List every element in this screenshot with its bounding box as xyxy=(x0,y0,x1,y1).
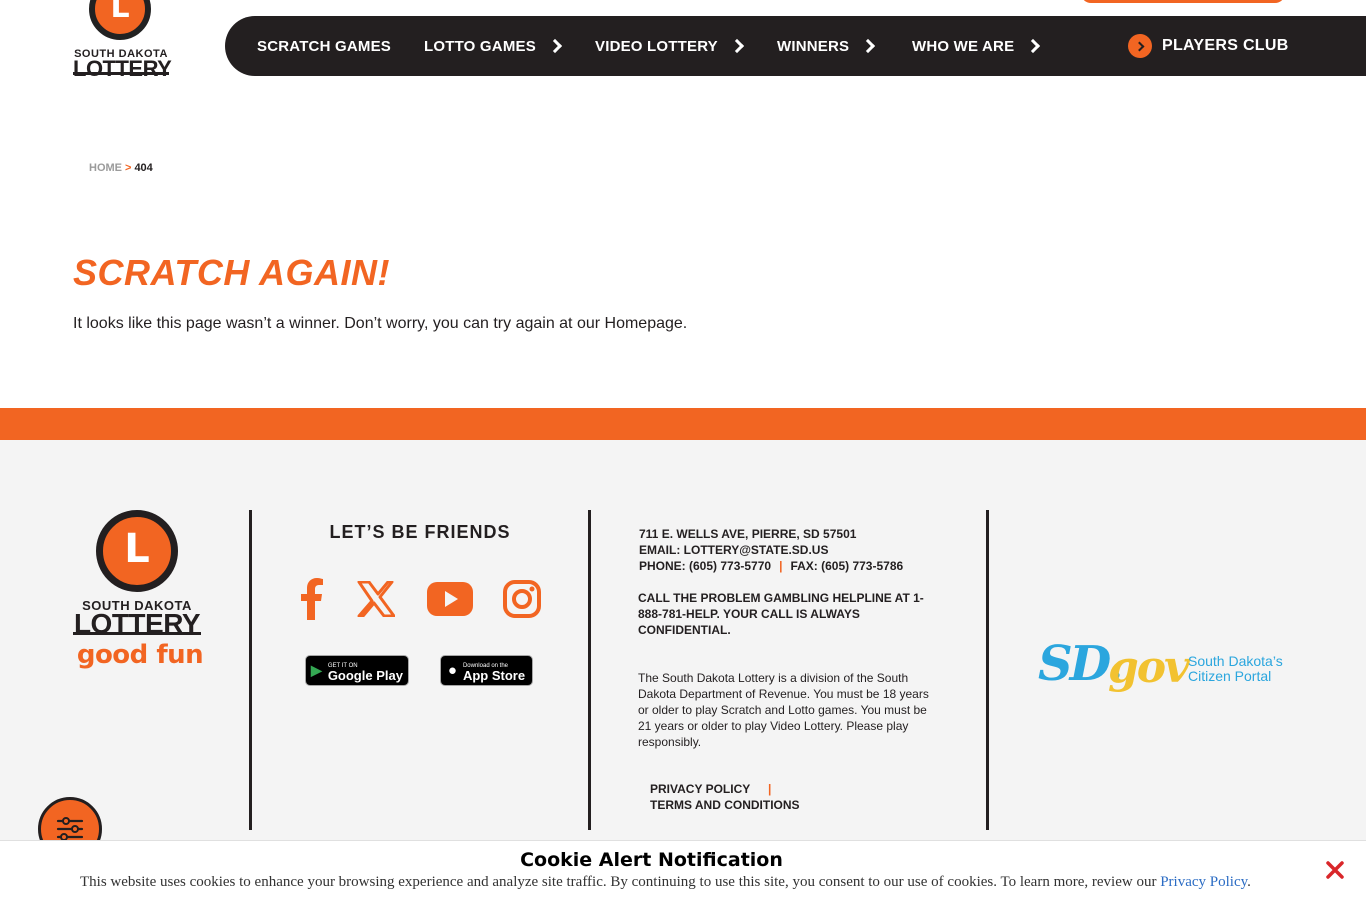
chevron-right-icon xyxy=(1026,38,1041,54)
footer-logo[interactable]: L SOUTH DAKOTA LOTTERY good fun xyxy=(73,510,204,680)
logo-line2: LOTTERY xyxy=(73,56,172,81)
logo-mark: L xyxy=(89,0,151,40)
arrow-right-circle-icon xyxy=(1128,34,1152,58)
footer-logo-mark: L xyxy=(96,510,178,592)
nav-label: SCRATCH GAMES xyxy=(257,37,391,55)
main-navigation: SCRATCH GAMES LOTTO GAMES VIDEO LOTTERY … xyxy=(225,16,1366,76)
address: 711 E. WELLS AVE, PIERRE, SD 57501 xyxy=(639,527,857,541)
footer-logo-glyph: L xyxy=(124,526,150,572)
apple-icon: ● xyxy=(447,662,457,679)
logo-underline xyxy=(73,72,169,75)
sdgov-gov: gov xyxy=(1108,642,1190,693)
cookie-message: This website uses cookies to enhance you… xyxy=(80,874,1157,890)
gambling-helpline: CALL THE PROBLEM GAMBLING HELPLINE AT 1-… xyxy=(638,591,924,637)
footer-divider xyxy=(249,510,252,830)
sdgov-portal-line2: Citizen Portal xyxy=(1188,668,1272,684)
footer-divider xyxy=(986,510,989,830)
legal-disclaimer: The South Dakota Lottery is a division o… xyxy=(638,671,929,749)
pipe-separator: | xyxy=(768,782,772,796)
cookie-title: Cookie Alert Notification xyxy=(520,849,783,871)
nav-label: LOTTO GAMES xyxy=(424,37,536,55)
x-icon[interactable] xyxy=(352,575,400,623)
nav-label: WINNERS xyxy=(777,37,850,55)
fax: FAX: (605) 773-5786 xyxy=(790,559,904,573)
page-title: SCRATCH AGAIN! xyxy=(73,252,390,293)
contact-info: 711 E. WELLS AVE, PIERRE, SD 57501 EMAIL… xyxy=(639,526,903,574)
nav-label: WHO WE ARE xyxy=(912,37,1015,55)
nav-label: VIDEO LOTTERY xyxy=(595,37,718,55)
phone[interactable]: PHONE: (605) 773-5770 xyxy=(639,559,771,573)
sdgov-logo[interactable]: SD. gov South Dakota’s Citizen Portal xyxy=(1038,636,1294,702)
google-play-label: Google Play xyxy=(327,667,403,683)
google-play-badge[interactable]: ▶ GET IT ON Google Play xyxy=(305,655,409,686)
nav-video-lottery[interactable]: VIDEO LOTTERY xyxy=(595,16,744,76)
nav-who-we-are[interactable]: WHO WE ARE xyxy=(912,16,1041,76)
nav-winners[interactable]: WINNERS xyxy=(777,16,876,76)
app-store-label: App Store xyxy=(462,667,526,683)
chevron-right-icon xyxy=(547,38,563,54)
footer-logo-underline xyxy=(73,632,201,635)
footer-logo-tagline: good fun xyxy=(76,640,204,670)
app-store-badge[interactable]: ● Download on the App Store xyxy=(440,655,533,686)
footer-divider xyxy=(588,510,591,830)
breadcrumb-current: 404 xyxy=(134,162,153,174)
orange-divider-band xyxy=(0,408,1366,440)
cookie-privacy-link[interactable]: Privacy Policy xyxy=(1160,874,1247,890)
nav-lotto-games[interactable]: LOTTO GAMES xyxy=(424,16,563,76)
players-club-link[interactable]: PLAYERS CLUB xyxy=(1128,16,1289,76)
instagram-icon[interactable] xyxy=(498,575,546,623)
chevron-right-icon xyxy=(729,38,744,54)
email[interactable]: EMAIL: LOTTERY@STATE.SD.US xyxy=(639,542,903,558)
logo-glyph: L xyxy=(110,0,130,25)
cookie-end: . xyxy=(1247,874,1251,890)
breadcrumb-home[interactable]: HOME xyxy=(89,162,122,174)
facebook-icon[interactable] xyxy=(287,575,335,623)
cookie-text: This website uses cookies to enhance you… xyxy=(80,874,1251,891)
players-club-label: PLAYERS CLUB xyxy=(1162,37,1289,54)
page-description: It looks like this page wasn’t a winner.… xyxy=(73,315,688,332)
terms-link[interactable]: TERMS AND CONDITIONS xyxy=(650,798,800,812)
sdgov-portal-line1: South Dakota’s xyxy=(1188,653,1283,669)
close-icon[interactable] xyxy=(1323,858,1347,882)
breadcrumb: HOME >404 xyxy=(89,162,153,174)
youtube-icon[interactable] xyxy=(426,575,474,623)
nav-scratch-games[interactable]: SCRATCH GAMES xyxy=(257,16,391,76)
top-orange-tab[interactable] xyxy=(1081,0,1285,3)
privacy-policy-link[interactable]: PRIVACY POLICY xyxy=(650,782,750,796)
footer-logo-line2: LOTTERY xyxy=(73,608,201,639)
pipe-separator: | xyxy=(779,559,783,573)
breadcrumb-separator: > xyxy=(125,162,132,174)
social-heading: LET’S BE FRIENDS xyxy=(329,522,511,542)
site-logo[interactable]: L SOUTH DAKOTA LOTTERY xyxy=(73,0,172,81)
google-play-icon: ▶ xyxy=(311,662,322,678)
chevron-right-icon xyxy=(861,38,876,54)
cookie-banner: Cookie Alert Notification This website u… xyxy=(0,840,1366,900)
